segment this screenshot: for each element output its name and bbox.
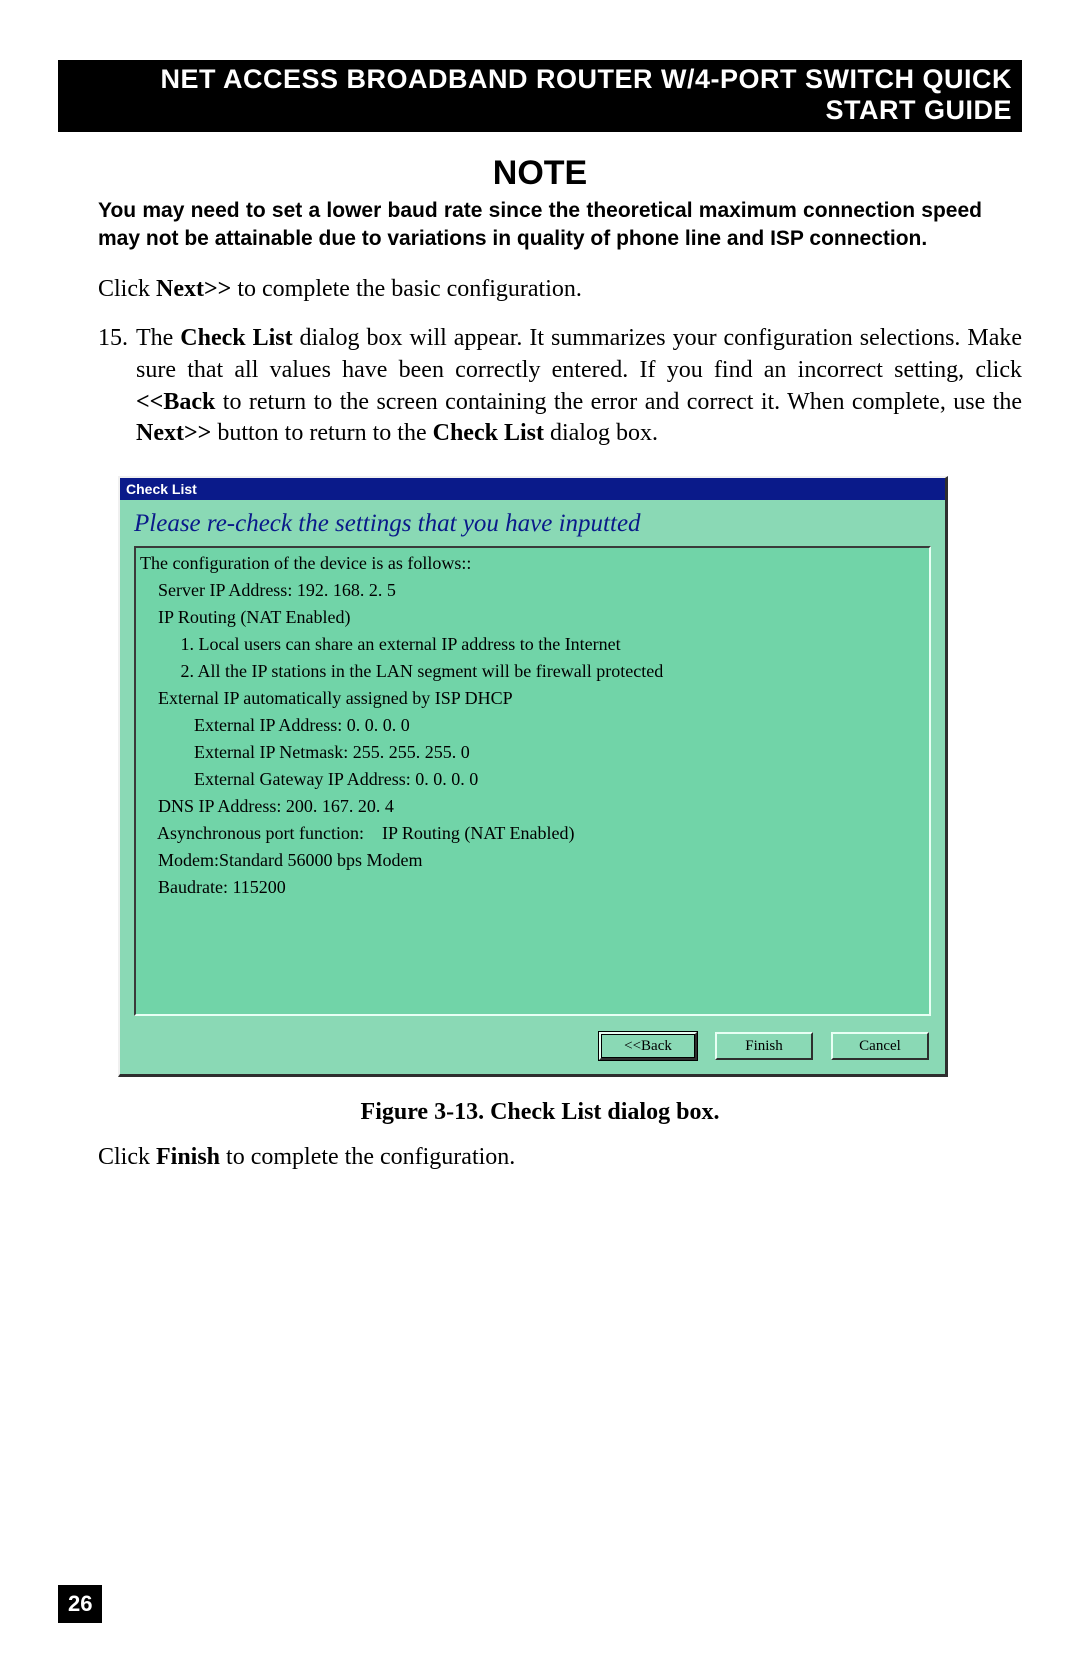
- config-line: Baudrate: 115200: [140, 877, 286, 897]
- dialog-heading: Please re-check the settings that you ha…: [120, 500, 945, 546]
- config-line: 2. All the IP stations in the LAN segmen…: [140, 661, 663, 681]
- click-next-text: Click Next>> to complete the basic confi…: [98, 274, 1022, 306]
- config-line: External IP Netmask: 255. 255. 255. 0: [140, 742, 470, 762]
- click-finish-text: Click Finish to complete the configurati…: [98, 1144, 1022, 1171]
- step-number: 15.: [98, 323, 136, 450]
- back-label: <<Back: [136, 389, 215, 415]
- finish-label: Finish: [156, 1144, 220, 1170]
- config-line: External Gateway IP Address: 0. 0. 0. 0: [140, 769, 478, 789]
- back-button[interactable]: <<Back: [599, 1032, 697, 1060]
- step-15: 15. The Check List dialog box will appea…: [98, 323, 1022, 450]
- config-line: External IP Address: 0. 0. 0. 0: [140, 715, 410, 735]
- cancel-button[interactable]: Cancel: [831, 1032, 929, 1060]
- config-line: DNS IP Address: 200. 167. 20. 4: [140, 796, 394, 816]
- text: button to return to the: [211, 420, 432, 446]
- config-line: Server IP Address: 192. 168. 2. 5: [140, 580, 396, 600]
- page: NET ACCESS BROADBAND ROUTER W/4-PORT SWI…: [0, 0, 1080, 1669]
- text: Click: [98, 276, 156, 302]
- config-line: External IP automatically assigned by IS…: [140, 688, 513, 708]
- dialog-button-row: <<Back Finish Cancel: [120, 1022, 945, 1074]
- text: to complete the basic configuration.: [231, 276, 582, 302]
- text: The: [136, 325, 180, 351]
- step-text: The Check List dialog box will appear. I…: [136, 323, 1022, 450]
- page-header: NET ACCESS BROADBAND ROUTER W/4-PORT SWI…: [58, 60, 1022, 132]
- finish-button[interactable]: Finish: [715, 1032, 813, 1060]
- config-line: IP Routing (NAT Enabled): [140, 607, 350, 627]
- next-label: Next>>: [136, 420, 211, 446]
- text: dialog box.: [544, 420, 658, 446]
- config-line: The configuration of the device is as fo…: [140, 553, 471, 573]
- config-line: Asynchronous port function: IP Routing (…: [140, 823, 574, 843]
- check-list-dialog: Check List Please re-check the settings …: [118, 476, 948, 1077]
- note-body: You may need to set a lower baud rate si…: [98, 197, 982, 254]
- text: to complete the configuration.: [220, 1144, 515, 1170]
- text: Click: [98, 1144, 156, 1170]
- dialog-titlebar: Check List: [120, 478, 945, 500]
- figure-caption: Figure 3-13. Check List dialog box.: [58, 1099, 1022, 1126]
- check-list-label: Check List: [433, 420, 544, 446]
- check-list-label: Check List: [180, 325, 292, 351]
- note-heading: NOTE: [58, 154, 1022, 193]
- config-line: Modem:Standard 56000 bps Modem: [140, 850, 422, 870]
- config-line: 1. Local users can share an external IP …: [140, 634, 621, 654]
- next-label: Next>>: [156, 276, 231, 302]
- page-number: 26: [58, 1585, 102, 1623]
- text: to return to the screen containing the e…: [215, 389, 1022, 415]
- config-list: The configuration of the device is as fo…: [134, 546, 931, 1016]
